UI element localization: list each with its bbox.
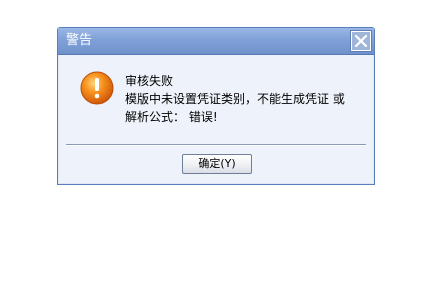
warning-icon (80, 71, 114, 105)
ok-button[interactable]: 确定(Y) (182, 154, 252, 174)
dialog-divider (66, 144, 366, 146)
dialog-title: 警告 (66, 33, 93, 48)
close-icon (354, 34, 368, 48)
message-line: 模版中未设置凭证类别，不能生成凭证 或 (125, 92, 345, 106)
dialog-message: 审核失败 模版中未设置凭证类别，不能生成凭证 或 解析公式： 错误! (125, 72, 345, 126)
dialog-titlebar[interactable]: 警告 (58, 28, 374, 55)
warning-dialog: 警告 审核失败 模版中未设置凭证类别，不能生成凭证 或 解析公式： 错误! 确定… (57, 27, 375, 185)
message-line: 解析公式： 错误! (125, 110, 218, 124)
close-button[interactable] (351, 31, 371, 51)
message-line: 审核失败 (125, 74, 174, 88)
